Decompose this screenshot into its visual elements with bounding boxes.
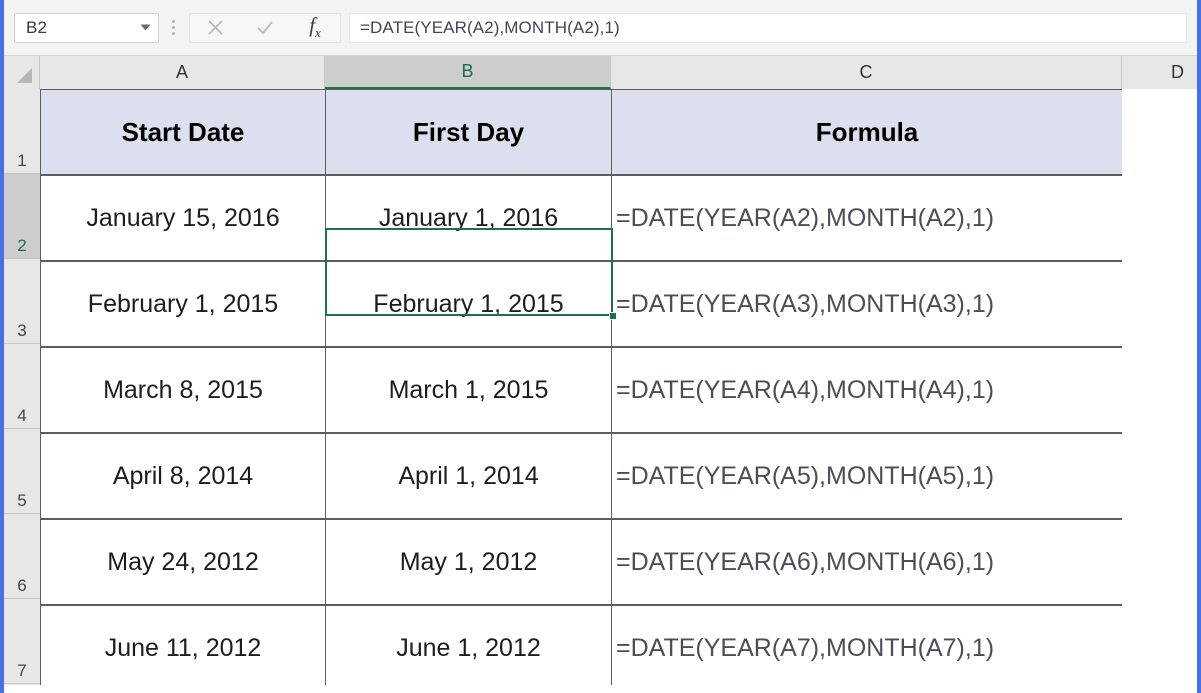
cell-a6-text: May 24, 2012 xyxy=(107,548,259,577)
column-header-a-label: A xyxy=(176,62,188,83)
cell-a2[interactable]: January 15, 2016 xyxy=(40,175,326,261)
cell-b5-text: April 1, 2014 xyxy=(398,462,538,491)
cell-a4[interactable]: March 8, 2015 xyxy=(40,347,326,433)
row-header-5-label: 5 xyxy=(17,491,26,511)
cell-c5[interactable]: =DATE(YEAR(A5),MONTH(A5),1) xyxy=(611,433,1123,519)
table-row: May 24, 2012 May 1, 2012 =DATE(YEAR(A6),… xyxy=(40,519,1197,605)
cell-b3[interactable]: February 1, 2015 xyxy=(325,261,612,347)
fx-icon[interactable]: fx xyxy=(293,14,337,42)
column-header-c[interactable]: C xyxy=(611,56,1122,89)
row-header-2-label: 2 xyxy=(17,236,26,256)
cell-a4-text: March 8, 2015 xyxy=(103,376,263,405)
cell-a2-text: January 15, 2016 xyxy=(86,204,279,233)
excel-worksheet-window: B2 fx xyxy=(0,0,1201,693)
name-box-value: B2 xyxy=(15,18,132,38)
cell-b5[interactable]: April 1, 2014 xyxy=(325,433,612,519)
row-header-3[interactable]: 3 xyxy=(4,259,40,344)
cell-d5[interactable] xyxy=(1122,433,1197,519)
table-row: February 1, 2015 February 1, 2015 =DATE(… xyxy=(40,261,1197,347)
table-row: March 8, 2015 March 1, 2015 =DATE(YEAR(A… xyxy=(40,347,1197,433)
row-header-3-label: 3 xyxy=(17,321,26,341)
cell-c4-text: =DATE(YEAR(A4),MONTH(A4),1) xyxy=(616,376,994,405)
cell-c6-text: =DATE(YEAR(A6),MONTH(A6),1) xyxy=(616,548,994,577)
grip-dots-icon[interactable] xyxy=(161,13,185,43)
cell-b2[interactable]: January 1, 2016 xyxy=(325,175,612,261)
cell-c7[interactable]: =DATE(YEAR(A7),MONTH(A7),1) xyxy=(611,605,1123,689)
cell-a3-text: February 1, 2015 xyxy=(88,290,278,319)
formula-action-buttons: fx xyxy=(189,13,341,43)
cell-a7-text: June 11, 2012 xyxy=(105,634,262,663)
cell-area: Start Date First Day Formula January 15,… xyxy=(40,89,1197,689)
name-box[interactable]: B2 xyxy=(14,13,159,43)
cell-c3-text: =DATE(YEAR(A3),MONTH(A3),1) xyxy=(616,290,994,319)
column-header-a[interactable]: A xyxy=(40,56,325,89)
cell-c2[interactable]: =DATE(YEAR(A2),MONTH(A2),1) xyxy=(611,175,1123,261)
cell-d6[interactable] xyxy=(1122,519,1197,605)
cell-b1[interactable]: First Day xyxy=(325,89,612,175)
table-header-row: Start Date First Day Formula xyxy=(40,89,1197,175)
column-header-d[interactable]: D xyxy=(1122,56,1197,89)
cell-d4[interactable] xyxy=(1122,347,1197,433)
cell-a5-text: April 8, 2014 xyxy=(113,462,253,491)
cell-a6[interactable]: May 24, 2012 xyxy=(40,519,326,605)
cell-b7[interactable]: June 1, 2012 xyxy=(325,605,612,689)
cell-b1-text: First Day xyxy=(413,117,524,148)
cell-c5-text: =DATE(YEAR(A5),MONTH(A5),1) xyxy=(616,462,994,491)
column-header-b-label: B xyxy=(461,61,473,82)
close-icon[interactable] xyxy=(193,14,237,42)
spreadsheet-grid: A B C D 1 2 3 4 xyxy=(4,56,1197,689)
cell-d7[interactable] xyxy=(1122,605,1197,689)
fill-handle[interactable] xyxy=(609,312,617,320)
cell-c7-text: =DATE(YEAR(A7),MONTH(A7),1) xyxy=(616,634,994,663)
cell-c6[interactable]: =DATE(YEAR(A6),MONTH(A6),1) xyxy=(611,519,1123,605)
cell-a5[interactable]: April 8, 2014 xyxy=(40,433,326,519)
cell-d3[interactable] xyxy=(1122,261,1197,347)
column-header-b[interactable]: B xyxy=(325,56,611,89)
formula-bar: B2 fx xyxy=(4,0,1197,56)
cell-b4-text: March 1, 2015 xyxy=(389,376,549,405)
cell-d1[interactable] xyxy=(1122,89,1197,175)
cell-c4[interactable]: =DATE(YEAR(A4),MONTH(A4),1) xyxy=(611,347,1123,433)
cell-c1[interactable]: Formula xyxy=(611,89,1123,175)
cell-a3[interactable]: February 1, 2015 xyxy=(40,261,326,347)
cell-c2-text: =DATE(YEAR(A2),MONTH(A2),1) xyxy=(616,204,994,233)
row-header-1[interactable]: 1 xyxy=(4,89,40,174)
row-header-2[interactable]: 2 xyxy=(4,174,40,259)
checkmark-icon[interactable] xyxy=(243,14,287,42)
table-row: April 8, 2014 April 1, 2014 =DATE(YEAR(A… xyxy=(40,433,1197,519)
grid-bottom-edge xyxy=(4,685,1197,689)
row-header-6[interactable]: 6 xyxy=(4,514,40,599)
column-header-c-label: C xyxy=(860,62,873,83)
row-header-column: 1 2 3 4 5 6 7 xyxy=(4,89,40,689)
row-header-4-label: 4 xyxy=(17,406,26,426)
cell-c3[interactable]: =DATE(YEAR(A3),MONTH(A3),1) xyxy=(611,261,1123,347)
cell-d2[interactable] xyxy=(1122,175,1197,261)
row-header-6-label: 6 xyxy=(17,576,26,596)
row-header-5[interactable]: 5 xyxy=(4,429,40,514)
cell-c1-text: Formula xyxy=(816,117,919,148)
chevron-down-icon[interactable] xyxy=(132,24,158,31)
formula-input-value: =DATE(YEAR(A2),MONTH(A2),1) xyxy=(350,18,620,38)
column-header-d-label: D xyxy=(1171,62,1184,83)
row-header-1-label: 1 xyxy=(17,151,26,171)
row-header-4[interactable]: 4 xyxy=(4,344,40,429)
column-header-row: A B C D xyxy=(4,56,1197,89)
cell-a7[interactable]: June 11, 2012 xyxy=(40,605,326,689)
formula-input[interactable]: =DATE(YEAR(A2),MONTH(A2),1) xyxy=(349,13,1187,43)
table-row: June 11, 2012 June 1, 2012 =DATE(YEAR(A7… xyxy=(40,605,1197,689)
cell-a1[interactable]: Start Date xyxy=(40,89,326,175)
cell-b2-text: January 1, 2016 xyxy=(379,204,558,233)
cell-b7-text: June 1, 2012 xyxy=(396,634,541,663)
row-header-7[interactable]: 7 xyxy=(4,599,40,684)
cell-b3-text: February 1, 2015 xyxy=(373,290,563,319)
cell-b6-text: May 1, 2012 xyxy=(400,548,538,577)
cell-a1-text: Start Date xyxy=(122,117,245,148)
select-all-triangle-icon[interactable] xyxy=(4,56,40,89)
row-header-7-label: 7 xyxy=(17,661,26,681)
table-row: January 15, 2016 January 1, 2016 =DATE(Y… xyxy=(40,175,1197,261)
cell-b4[interactable]: March 1, 2015 xyxy=(325,347,612,433)
cell-b6[interactable]: May 1, 2012 xyxy=(325,519,612,605)
